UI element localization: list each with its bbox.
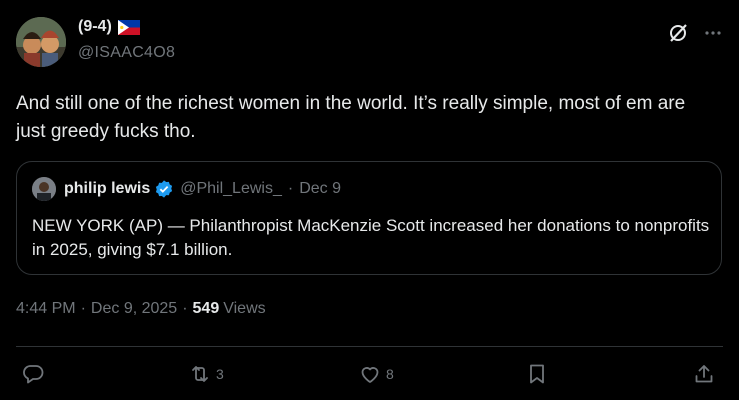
share-icon xyxy=(692,362,716,386)
share-button[interactable] xyxy=(692,362,716,386)
heart-icon xyxy=(358,362,382,386)
quoted-text: NEW YORK (AP) — Philanthropist MacKenzie… xyxy=(32,216,710,259)
repost-count: 3 xyxy=(216,366,224,382)
tweet-meta: 4:44 PM · Dec 9, 2025 · 549 Views xyxy=(16,300,266,318)
repost-icon xyxy=(188,362,212,386)
display-name-text: (9-4) xyxy=(78,18,112,35)
quoted-avatar xyxy=(32,177,56,201)
reply-button[interactable] xyxy=(22,362,46,386)
quoted-handle: @Phil_Lewis_ xyxy=(180,180,282,197)
quoted-date: Dec 9 xyxy=(299,180,341,197)
views-label: Views xyxy=(223,300,266,317)
more-options-icon[interactable] xyxy=(703,23,723,43)
bookmark-icon xyxy=(525,362,549,386)
author-handle[interactable]: @ISAAC4O8 xyxy=(78,44,175,62)
philippines-flag-icon xyxy=(117,19,140,35)
top-actions xyxy=(667,22,723,44)
tweet-text: And still one of the richest women in th… xyxy=(16,93,686,142)
repost-button[interactable]: 3 xyxy=(188,362,224,386)
reply-icon xyxy=(22,362,46,386)
quoted-name: philip lewis xyxy=(64,180,151,197)
divider xyxy=(16,346,723,347)
like-button[interactable]: 8 xyxy=(358,362,394,386)
display-name[interactable]: (9-4) xyxy=(78,18,140,36)
tweet-time[interactable]: 4:44 PM xyxy=(16,300,76,318)
bookmark-button[interactable] xyxy=(525,362,549,386)
quoted-header: philip lewis @Phil_Lewis_ · Dec 9 xyxy=(32,177,341,201)
quoted-separator: · xyxy=(287,180,294,197)
quoted-tweet[interactable]: philip lewis @Phil_Lewis_ · Dec 9 NEW YO… xyxy=(16,161,722,275)
verified-badge-icon xyxy=(154,179,174,199)
grok-icon[interactable] xyxy=(667,22,689,44)
avatar[interactable] xyxy=(16,17,66,67)
views-count: 549 xyxy=(192,300,220,317)
tweet-date[interactable]: Dec 9, 2025 xyxy=(91,300,177,318)
action-bar: 3 8 xyxy=(22,362,722,392)
meta-separator: · xyxy=(182,300,188,317)
meta-separator: · xyxy=(80,300,86,317)
like-count: 8 xyxy=(386,366,394,382)
